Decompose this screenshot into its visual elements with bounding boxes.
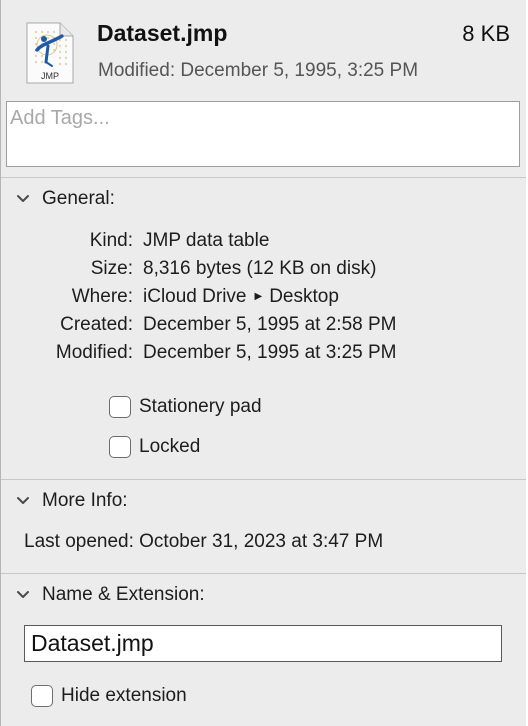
stationery-pad-checkbox[interactable]	[109, 396, 131, 418]
locked-checkbox-row[interactable]: Locked	[109, 436, 200, 458]
last-opened-line: Last opened: October 31, 2023 at 3:47 PM	[24, 531, 383, 553]
hide-extension-label[interactable]: Hide extension	[61, 685, 187, 707]
file-modified-value: December 5, 1995, 3:25 PM	[180, 60, 419, 81]
file-name-input[interactable]	[24, 625, 502, 662]
general-section-title: General:	[42, 188, 115, 209]
where-parent: iCloud Drive	[143, 286, 247, 307]
general-section-toggle[interactable]: General:	[16, 187, 115, 211]
size-value: 8,316 bytes (12 KB on disk)	[143, 258, 377, 279]
size-label: Size:	[90, 258, 133, 279]
file-modified-line: Modified: December 5, 1995, 3:25 PM	[98, 60, 418, 82]
where-child: Desktop	[269, 286, 339, 307]
modified-label: Modified:	[55, 342, 133, 363]
locked-label[interactable]: Locked	[139, 436, 200, 458]
kind-value: JMP data table	[143, 230, 270, 251]
chevron-down-icon	[17, 195, 29, 202]
last-opened-value: October 31, 2023 at 3:47 PM	[139, 531, 384, 552]
stationery-pad-checkbox-row[interactable]: Stationery pad	[109, 396, 262, 418]
file-modified-label: Modified:	[98, 60, 176, 81]
path-arrow-icon: ▶	[254, 290, 263, 302]
hide-extension-checkbox[interactable]	[31, 685, 53, 707]
name-extension-section-title: Name & Extension:	[42, 584, 205, 605]
kind-label: Kind:	[89, 230, 133, 251]
where-value: iCloud Drive ▶ Desktop	[143, 286, 339, 308]
section-divider	[1, 479, 526, 480]
hide-extension-checkbox-row[interactable]: Hide extension	[31, 685, 187, 707]
chevron-down-icon	[17, 591, 29, 598]
file-name: Dataset.jmp	[97, 20, 228, 46]
tags-input[interactable]	[6, 101, 520, 167]
section-divider	[1, 177, 526, 178]
stationery-pad-label[interactable]: Stationery pad	[139, 396, 262, 418]
chevron-down-icon	[17, 497, 29, 504]
more-info-section-title: More Info:	[42, 490, 128, 511]
locked-checkbox[interactable]	[109, 436, 131, 458]
name-extension-section-toggle[interactable]: Name & Extension:	[16, 583, 205, 607]
created-label: Created:	[60, 314, 133, 335]
info-header: JMP Dataset.jmp 8 KB Modified: December …	[0, 0, 526, 100]
more-info-section-toggle[interactable]: More Info:	[16, 489, 128, 513]
last-opened-label: Last opened:	[24, 531, 134, 552]
section-divider	[1, 573, 526, 574]
where-label: Where:	[71, 286, 133, 307]
jmp-document-icon: JMP	[26, 22, 74, 84]
modified-value: December 5, 1995 at 3:25 PM	[143, 342, 397, 363]
icon-label: JMP	[41, 71, 59, 81]
created-value: December 5, 1995 at 2:58 PM	[143, 314, 397, 335]
window-left-edge	[0, 0, 1, 726]
file-size: 8 KB	[462, 21, 510, 46]
